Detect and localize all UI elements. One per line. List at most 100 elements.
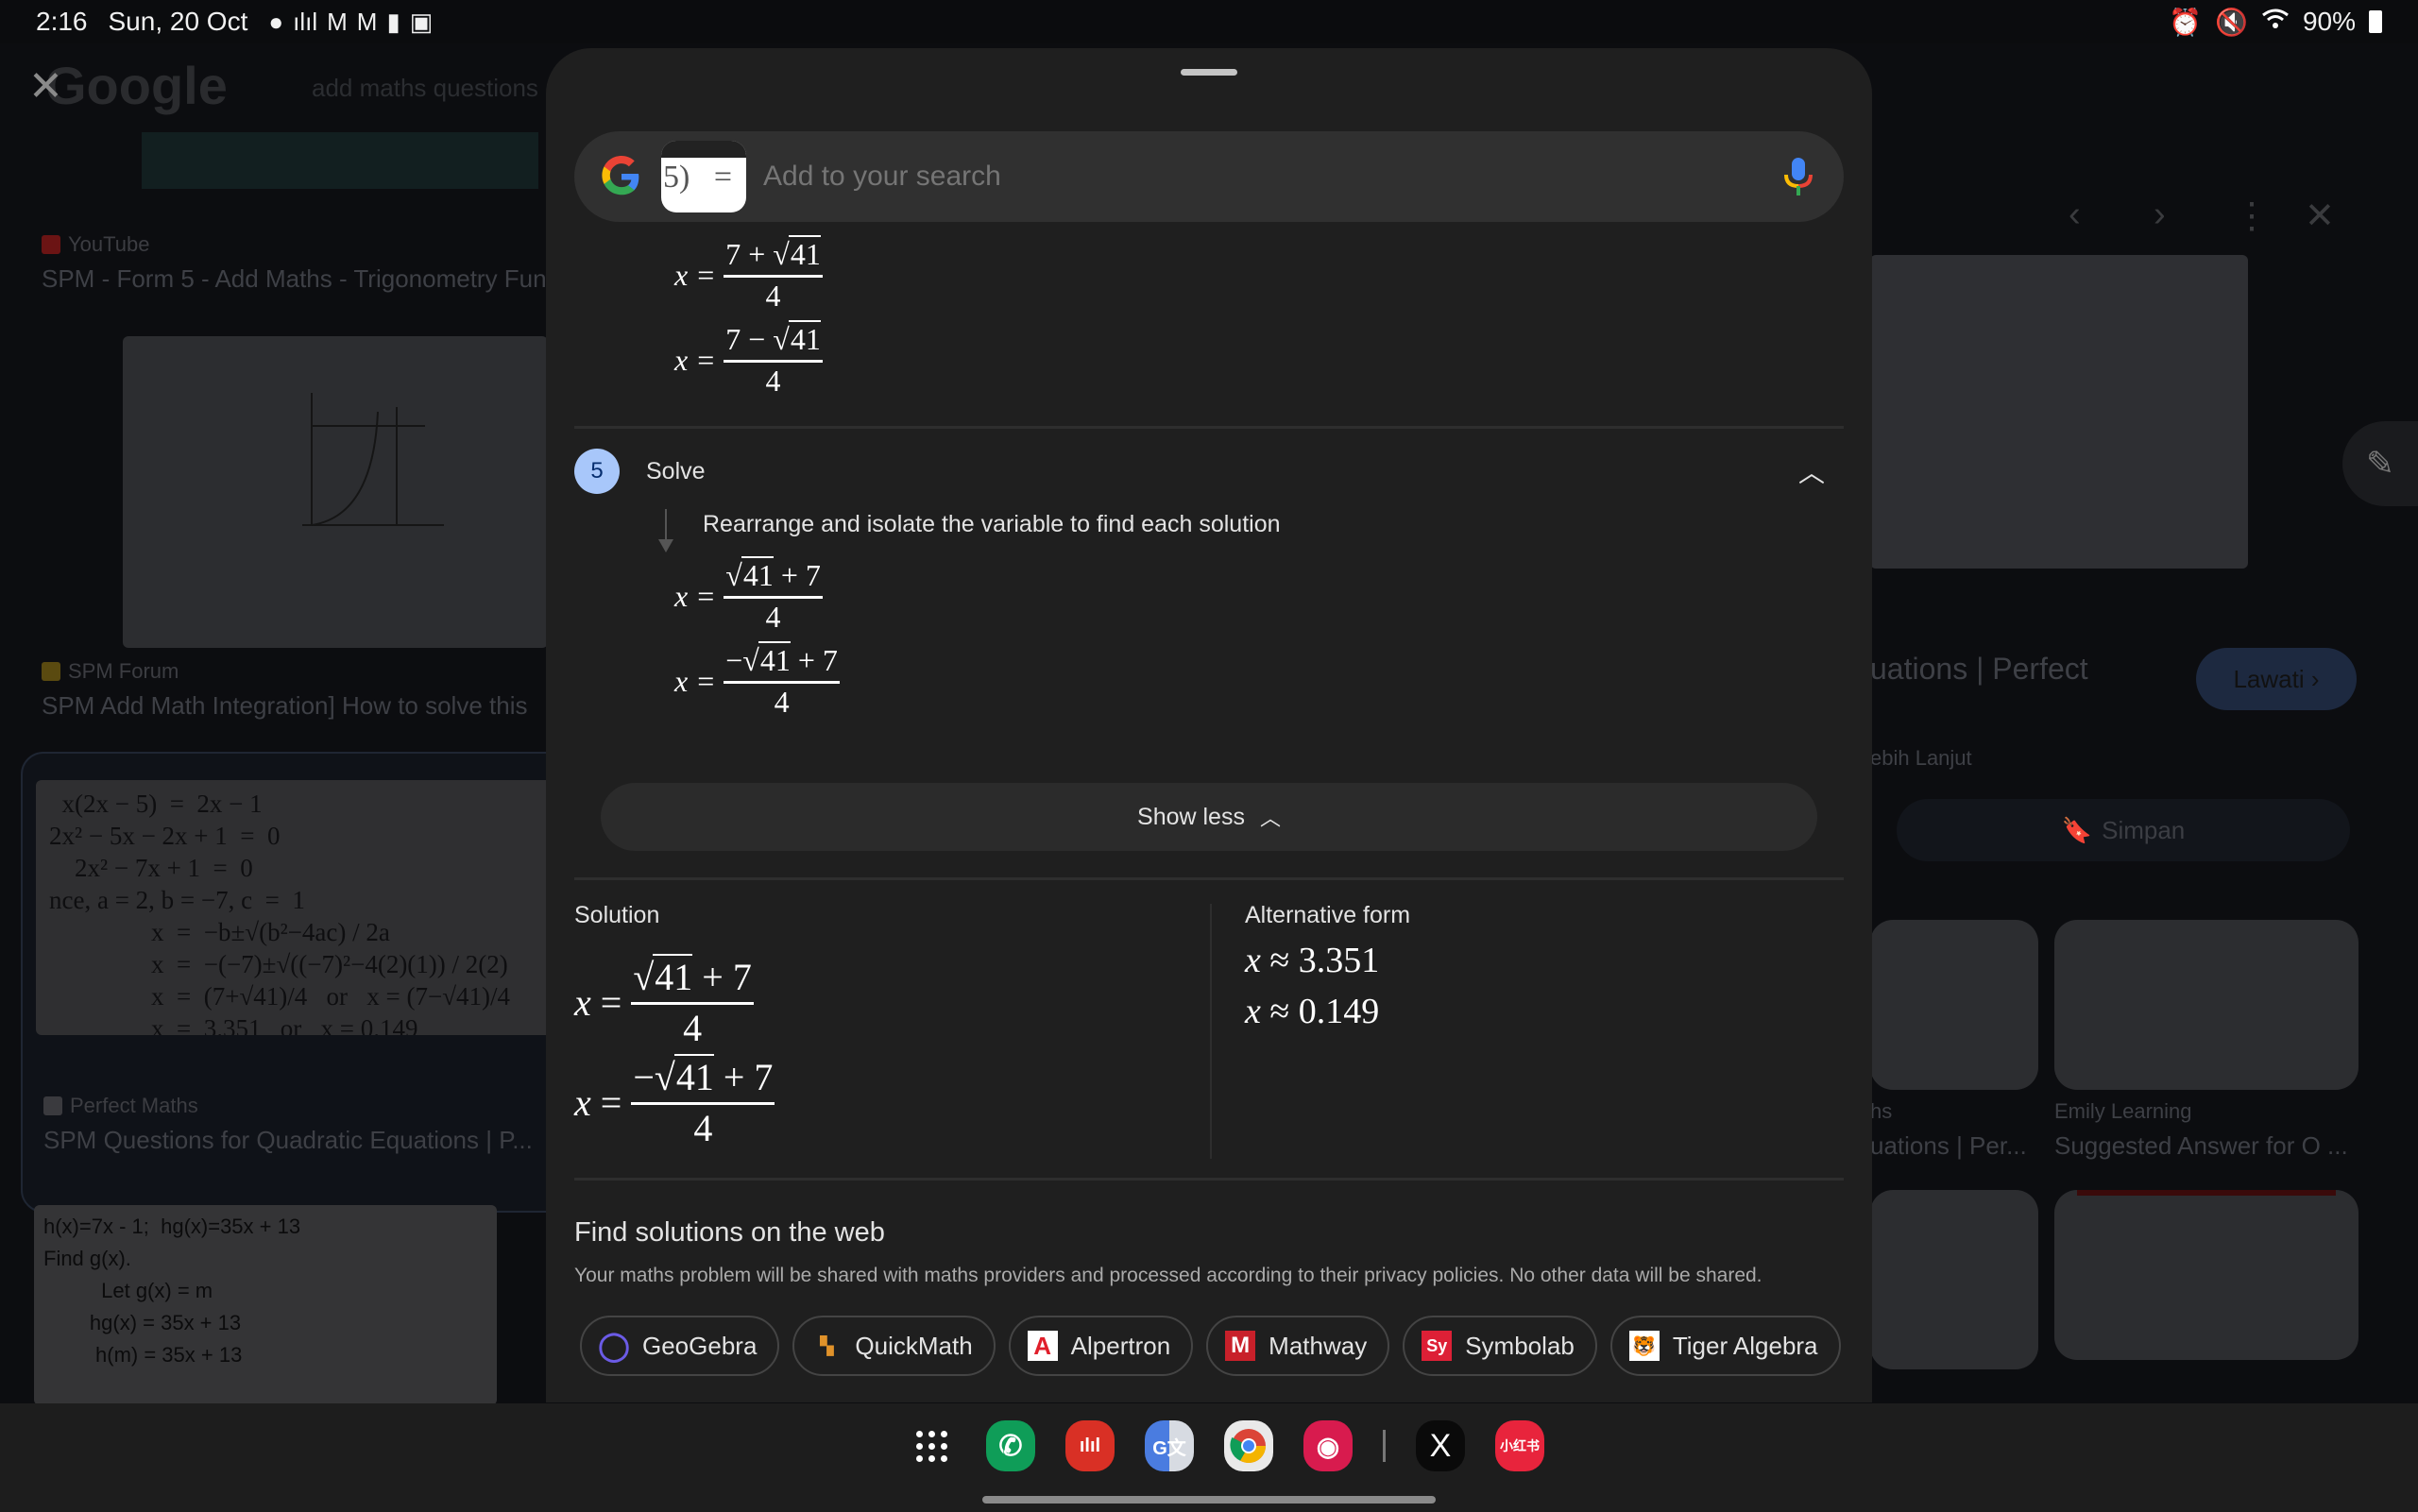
math-solver-sheet: 5) = x= 7 + √414 x= 7 − √414 5 Solve ︿ [546, 48, 1872, 1402]
clock: 2:16 [36, 7, 88, 36]
close-preview-icon[interactable]: ✕ [2305, 195, 2335, 237]
battery-icon [2369, 10, 2382, 33]
provider-quickmath[interactable]: ▚ QuickMath [792, 1316, 996, 1376]
save-button[interactable]: 🔖 Simpan [1897, 799, 2350, 861]
show-less-button[interactable]: Show less ︿ [601, 783, 1817, 851]
phone-icon[interactable]: ✆ [986, 1420, 1035, 1471]
background-query: add maths questions [312, 74, 538, 102]
web-solutions-title: Find solutions on the web [574, 1217, 885, 1248]
chrome-icon[interactable] [1224, 1420, 1273, 1471]
grid-thumbnail[interactable] [1870, 1190, 2038, 1369]
result-source: Emily Learning [2054, 1099, 2192, 1123]
app-drawer-icon[interactable] [907, 1420, 956, 1471]
result-title[interactable]: Suggested Answer for O ... [2054, 1131, 2348, 1161]
mic-icon[interactable] [1779, 156, 1817, 197]
recorder-icon[interactable]: ılıl [1065, 1420, 1115, 1471]
equation: x = 7 − √41 4 [674, 320, 823, 398]
graph-diagram [302, 393, 444, 526]
tiger-algebra-icon: 🐯 [1628, 1331, 1660, 1361]
xiaohongshu-icon[interactable]: 小红书 [1495, 1420, 1544, 1471]
video-thumbnail [142, 132, 538, 189]
close-icon[interactable]: ✕ [28, 62, 63, 110]
keyhole-icon: ▮ [386, 7, 400, 36]
grid-thumbnail[interactable] [2054, 920, 2358, 1090]
translate-icon[interactable]: G文 [1145, 1420, 1194, 1471]
handwritten-working: h(x)=7x - 1; hg(x)=35x + 13 Find g(x). L… [43, 1215, 301, 1367]
result-thumbnail[interactable]: h(x)=7x - 1; hg(x)=35x + 13 Find g(x). L… [34, 1205, 497, 1405]
alarm-icon: ⏰ [2169, 7, 2203, 37]
result-title[interactable]: SPM Add Math Integration] How to solve t… [42, 691, 527, 721]
provider-list: ◯ GeoGebra ▚ QuickMath A Alpertron M Mat… [580, 1316, 1841, 1376]
result-source: YouTube [42, 232, 149, 257]
provider-symbolab[interactable]: Sy Symbolab [1403, 1316, 1597, 1376]
privacy-note: Your maths problem will be shared with m… [574, 1265, 1762, 1286]
preview-subtitle: ebih Lanjut [1870, 746, 1972, 770]
search-bar[interactable]: 5) = [574, 131, 1844, 222]
grid-thumbnail[interactable] [1870, 920, 2038, 1090]
notification-icons: ● ılıl M M ▮ ▣ [268, 8, 433, 37]
dock: ✆ ılıl G文 ◉ X 小红书 [907, 1420, 1544, 1471]
result-source: SPM Forum [42, 659, 179, 684]
step-header[interactable]: 5 Solve ︿ [574, 445, 1844, 498]
step-number-badge: 5 [574, 449, 620, 494]
result-card-selected[interactable]: x(2x − 5) = 2x − 1 2x² − 5x − 2x + 1 = 0… [21, 752, 606, 1213]
next-icon[interactable]: › [2154, 195, 2166, 235]
result-title[interactable]: SPM - Form 5 - Add Maths - Trigonometry … [42, 264, 547, 294]
account-icon: ● [268, 7, 284, 36]
provider-alpertron[interactable]: A Alpertron [1008, 1316, 1194, 1376]
dock-separator [1383, 1430, 1386, 1462]
image-query-chip[interactable]: 5) = [661, 141, 746, 212]
camera-icon[interactable]: ◉ [1303, 1420, 1353, 1471]
screen: 2:16 Sun, 20 Oct ● ılıl M M ▮ ▣ ⏰ 🔇 90% … [0, 0, 2418, 1512]
x-icon[interactable]: X [1416, 1420, 1465, 1471]
provider-tiger-algebra[interactable]: 🐯 Tiger Algebra [1609, 1316, 1841, 1376]
mute-icon: 🔇 [2215, 7, 2248, 37]
search-input[interactable] [763, 161, 1779, 193]
solution-equation: x = −√41 + 74 [574, 1054, 775, 1149]
taskbar: ✆ ılıl G文 ◉ X 小红书 [0, 1403, 2418, 1512]
gmail-icon: M [327, 7, 348, 36]
result-title[interactable]: uations | Per... [1870, 1131, 2027, 1161]
preview-panel: ‹ › ⋮ ✕ uations | Perfect Lawati › ebih … [1870, 43, 2361, 1403]
drag-handle[interactable] [1181, 69, 1237, 76]
provider-geogebra[interactable]: ◯ GeoGebra [580, 1316, 780, 1376]
result-thumbnail: x(2x − 5) = 2x − 1 2x² − 5x − 2x + 1 = 0… [36, 780, 603, 1035]
preview-title: uations | Perfect [1870, 652, 2088, 686]
equation: x = 7 + √41 4 [674, 235, 823, 313]
divider [574, 877, 1844, 880]
provider-mathway[interactable]: M Mathway [1206, 1316, 1390, 1376]
result-thumbnail[interactable] [123, 336, 548, 648]
chevron-up-icon: ︿ [1259, 807, 1281, 830]
solution-equation: x = √41 + 74 [574, 954, 754, 1049]
more-vert-icon[interactable]: ⋮ [2234, 195, 2270, 237]
pencil-icon[interactable]: ✎ [2342, 421, 2418, 506]
grid-thumbnail[interactable] [2054, 1190, 2358, 1360]
arrow-down-icon [658, 539, 673, 552]
perfect-maths-icon [43, 1096, 62, 1115]
prev-icon[interactable]: ‹ [2069, 195, 2081, 235]
column-divider [1210, 904, 1212, 1159]
alternative-value: x ≈ 0.149 [1245, 992, 1380, 1031]
result-title: SPM Questions for Quadratic Equations | … [43, 1126, 533, 1154]
alternative-form-label: Alternative form [1245, 902, 1411, 928]
step-title: Solve [646, 457, 706, 484]
wifi-6-icon [2261, 7, 2290, 37]
chevron-up-icon[interactable]: ︿ [1798, 452, 1825, 490]
divider [574, 426, 1844, 429]
spm-forum-icon [42, 662, 60, 681]
youtube-icon [42, 235, 60, 254]
visit-button[interactable]: Lawati › [2196, 648, 2357, 710]
result-source: hs [1870, 1099, 1893, 1123]
google-g-icon [602, 156, 639, 195]
battery-level: 90% [2302, 7, 2356, 36]
equation: x = √41 + 74 [674, 556, 823, 634]
date: Sun, 20 Oct [108, 7, 248, 36]
solution-label: Solution [574, 902, 660, 928]
result-source: Perfect Maths [43, 1094, 198, 1118]
divider [574, 1178, 1844, 1181]
image-icon: ▣ [409, 7, 434, 36]
quickmath-icon: ▚ [820, 1335, 834, 1355]
symbolab-icon: Sy [1422, 1331, 1453, 1361]
gesture-home-bar[interactable] [982, 1496, 1436, 1504]
google-logo: Google [45, 56, 228, 115]
